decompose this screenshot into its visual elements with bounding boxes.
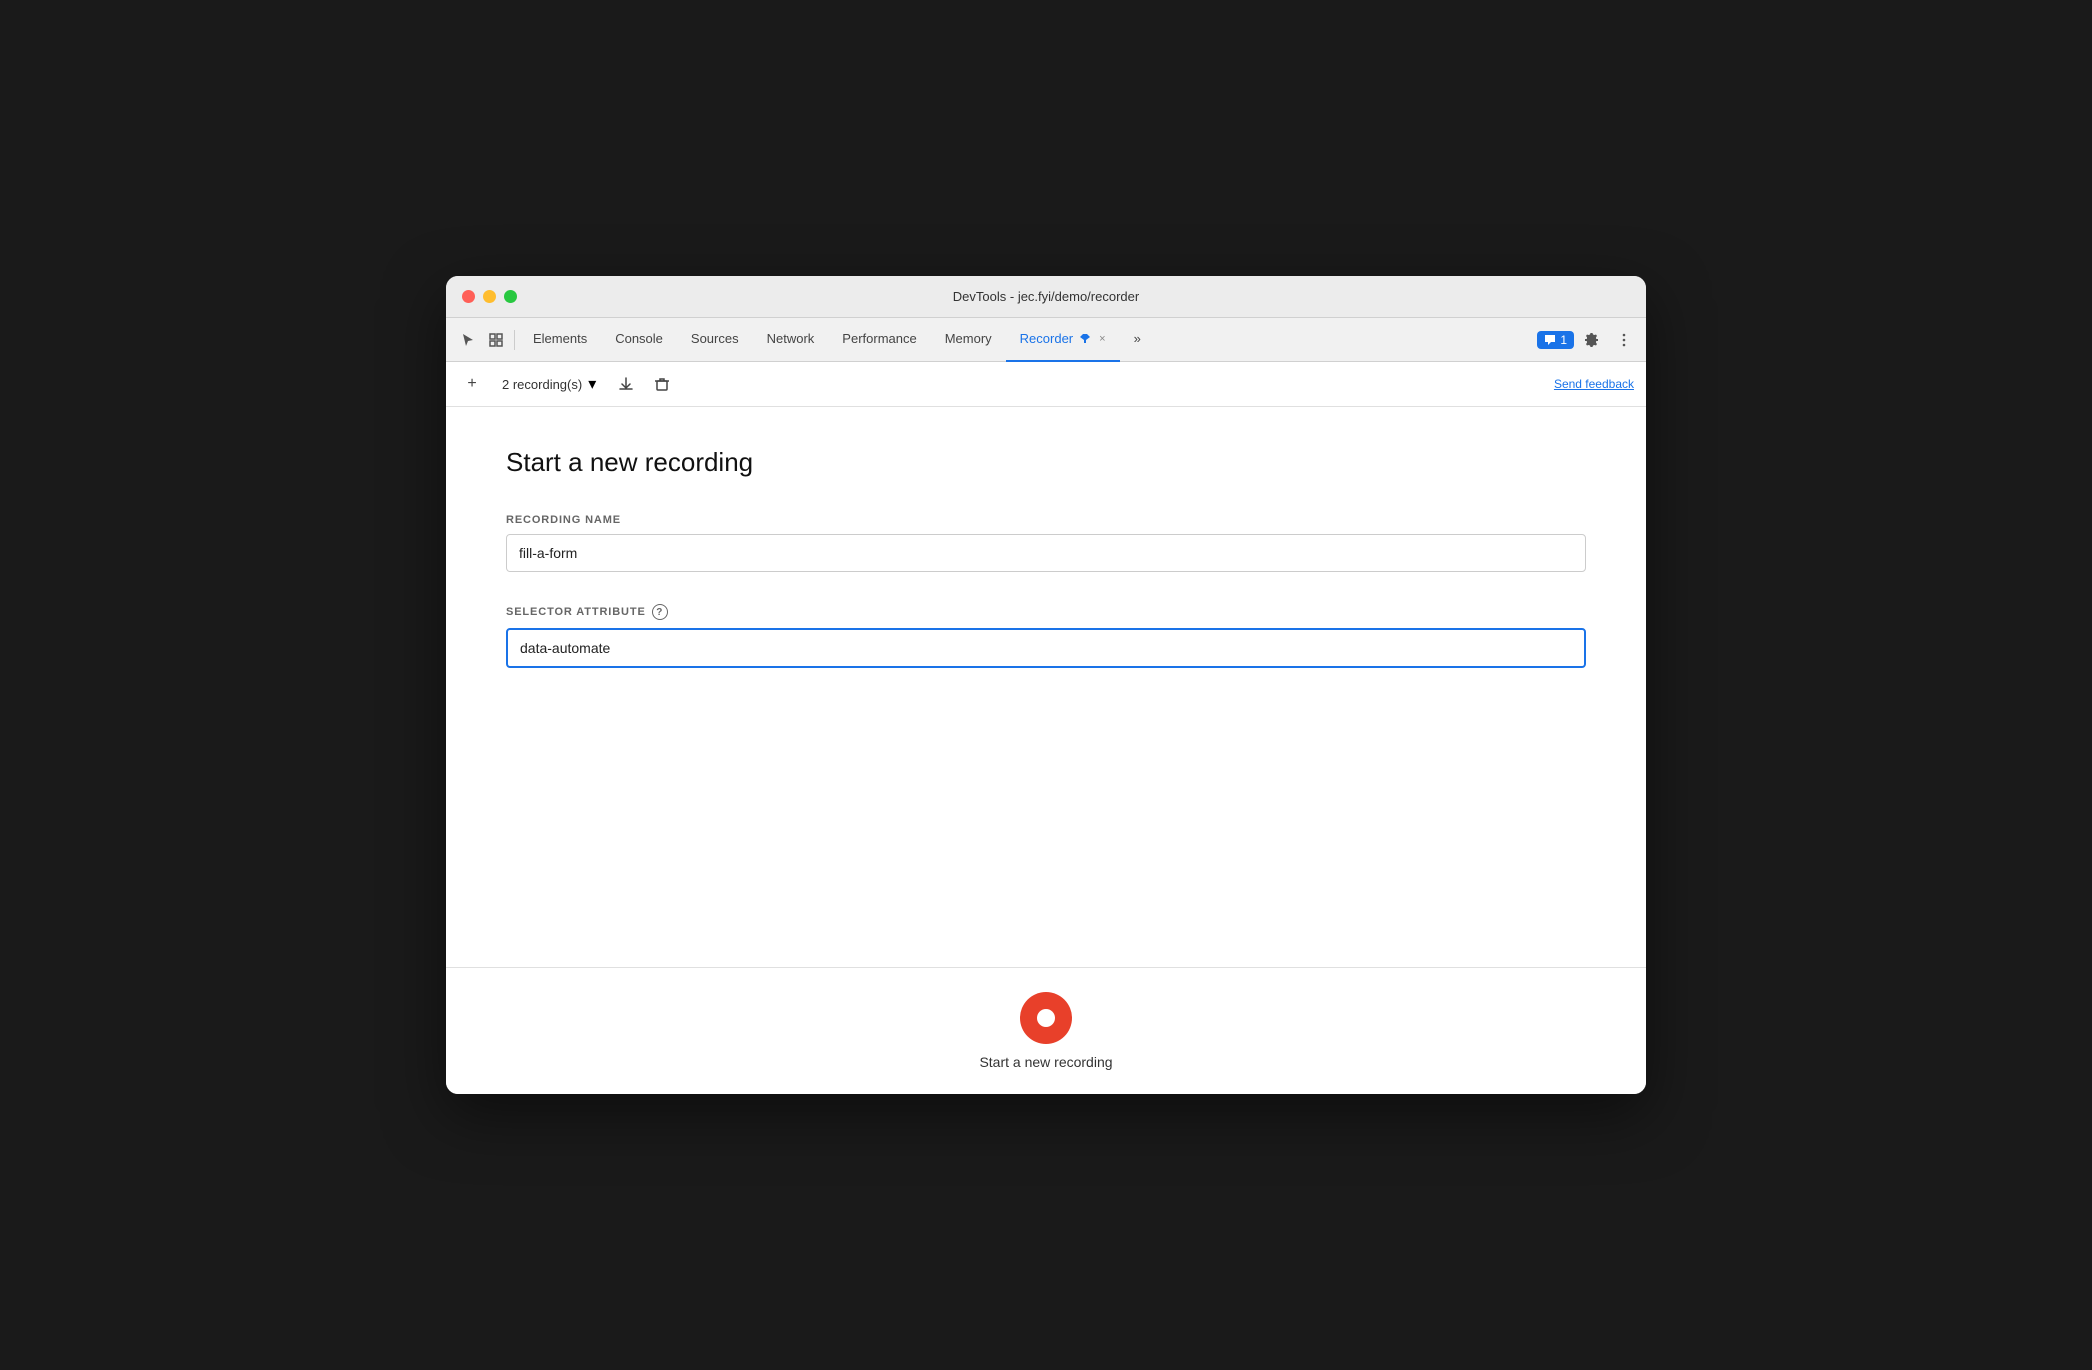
close-button[interactable]	[462, 290, 475, 303]
recording-name-input[interactable]	[506, 534, 1586, 572]
recordings-dropdown[interactable]: 2 recording(s) ▾	[494, 370, 604, 398]
add-recording-button[interactable]: +	[458, 370, 486, 398]
gear-svg	[1584, 332, 1600, 348]
footer: Start a new recording	[446, 967, 1646, 1094]
tab-sources[interactable]: Sources	[677, 318, 753, 362]
tab-console[interactable]: Console	[601, 318, 677, 362]
download-button[interactable]	[612, 370, 640, 398]
selector-attribute-group: SELECTOR ATTRIBUTE ?	[506, 604, 1586, 668]
chat-icon	[1544, 334, 1556, 346]
tab-right-icons: 1	[1537, 326, 1638, 354]
tab-divider	[514, 330, 515, 350]
tab-more[interactable]: »	[1120, 318, 1155, 362]
trash-icon	[654, 376, 670, 392]
send-feedback-link[interactable]: Send feedback	[1554, 377, 1634, 391]
maximize-button[interactable]	[504, 290, 517, 303]
main-content: Start a new recording RECORDING NAME SEL…	[446, 407, 1646, 967]
tab-elements[interactable]: Elements	[519, 318, 601, 362]
recordings-label: 2 recording(s)	[502, 377, 582, 392]
tab-network[interactable]: Network	[753, 318, 829, 362]
selector-attribute-label: SELECTOR ATTRIBUTE ?	[506, 604, 1586, 620]
toolbar: + 2 recording(s) ▾ Send feedback	[446, 362, 1646, 407]
recording-name-label: RECORDING NAME	[506, 514, 1586, 526]
delete-button[interactable]	[648, 370, 676, 398]
inspect-icon[interactable]	[482, 318, 510, 362]
traffic-lights	[462, 290, 517, 303]
devtools-window: DevTools - jec.fyi/demo/recorder Element…	[446, 276, 1646, 1094]
more-options-icon[interactable]	[1610, 326, 1638, 354]
window-title: DevTools - jec.fyi/demo/recorder	[953, 289, 1139, 304]
record-icon	[1037, 1009, 1055, 1027]
start-recording-label: Start a new recording	[979, 1054, 1112, 1070]
dropdown-arrow-icon: ▾	[588, 374, 596, 394]
pin-icon	[1079, 333, 1091, 345]
chat-badge[interactable]: 1	[1537, 331, 1574, 349]
recording-name-group: RECORDING NAME	[506, 514, 1586, 572]
tab-memory[interactable]: Memory	[931, 318, 1006, 362]
tab-recorder[interactable]: Recorder ×	[1006, 318, 1120, 362]
page-title: Start a new recording	[506, 447, 1586, 478]
tab-performance[interactable]: Performance	[828, 318, 930, 362]
cursor-icon[interactable]	[454, 318, 482, 362]
recorder-close[interactable]: ×	[1099, 333, 1105, 345]
minimize-button[interactable]	[483, 290, 496, 303]
download-icon	[618, 376, 634, 392]
start-recording-button[interactable]	[1020, 992, 1072, 1044]
title-bar: DevTools - jec.fyi/demo/recorder	[446, 276, 1646, 318]
dots-svg	[1616, 332, 1632, 348]
settings-icon[interactable]	[1578, 326, 1606, 354]
selector-attribute-input[interactable]	[506, 628, 1586, 668]
devtools-tabs: Elements Console Sources Network Perform…	[446, 318, 1646, 362]
help-icon[interactable]: ?	[652, 604, 668, 620]
